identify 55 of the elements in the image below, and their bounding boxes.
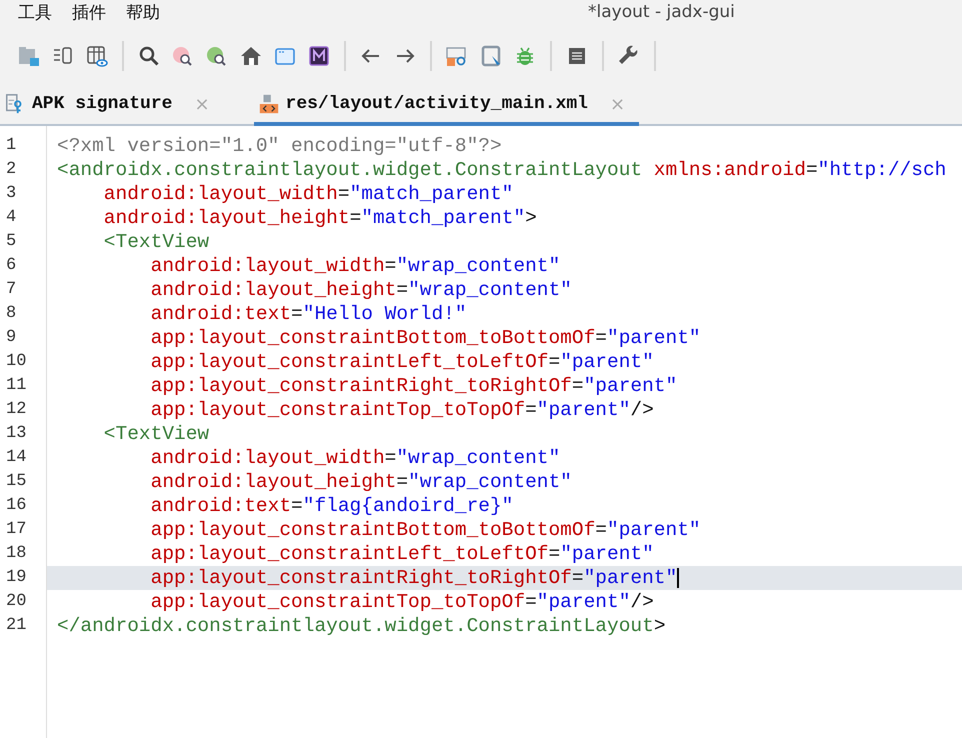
code-line: app:layout_constraintTop_toTopOf="parent"/> bbox=[150, 398, 655, 422]
line-number: 2 bbox=[5, 159, 18, 181]
m-letter-icon bbox=[307, 44, 331, 68]
line-number: 17 bbox=[5, 519, 28, 541]
file-tab[interactable]: APK signature × bbox=[0, 86, 224, 126]
window-title: *layout - jadx-gui bbox=[588, 1, 735, 24]
code-line: app:layout_constraintBottom_toBottomOf="parent" bbox=[150, 518, 702, 542]
line-number: 21 bbox=[5, 615, 28, 637]
code-line: android:layout_width="wrap_content" bbox=[150, 446, 562, 470]
menu-item[interactable]: 工具 bbox=[8, 1, 62, 25]
line-number: 1 bbox=[5, 135, 18, 157]
code-line: app:layout_constraintLeft_toLeftOf="parent" bbox=[150, 542, 655, 566]
line-number: 8 bbox=[5, 303, 18, 325]
code-line: app:layout_constraintTop_toTopOf="parent"/> bbox=[150, 590, 655, 614]
code-line: android:layout_height="wrap_content" bbox=[150, 470, 573, 494]
code-line: android:text="Hello World!" bbox=[150, 302, 468, 326]
table-eye-icon bbox=[85, 44, 109, 68]
line-number: 14 bbox=[5, 447, 28, 469]
code-line: app:layout_constraintBottom_toBottomOf="parent" bbox=[150, 326, 702, 350]
line-number: 11 bbox=[5, 375, 28, 397]
code-line: android:layout_width="match_parent" bbox=[102, 182, 514, 206]
line-number: 3 bbox=[5, 183, 18, 205]
code-line: app:layout_constraintLeft_toLeftOf="parent" bbox=[150, 350, 655, 374]
code-line: <TextView bbox=[102, 422, 210, 446]
line-number: 4 bbox=[5, 207, 18, 229]
text-cursor bbox=[677, 568, 680, 588]
line-number: 6 bbox=[5, 255, 18, 277]
code-line: </androidx.constraintlayout.widget.ConstraintLayout> bbox=[56, 614, 667, 638]
code-line: android:layout_height="wrap_content" bbox=[150, 278, 573, 302]
line-number: 9 bbox=[5, 327, 18, 349]
code-line: app:layout_constraintRight_toRightOf="parent" bbox=[150, 374, 678, 398]
code-line: android:layout_height="match_parent"> bbox=[102, 206, 538, 230]
folder-icon bbox=[17, 44, 41, 68]
code-editor[interactable] bbox=[0, 126, 962, 738]
line-number: 5 bbox=[5, 231, 18, 253]
menu-item[interactable]: 插件 bbox=[62, 1, 116, 25]
line-number: 19 bbox=[5, 567, 28, 589]
line-number: 10 bbox=[5, 351, 28, 373]
search-icon bbox=[137, 44, 161, 68]
code-line: <androidx.constraintlayout.widget.ConstraintLayout xmlns:android="http://sch bbox=[56, 158, 948, 182]
code-line: <TextView bbox=[102, 230, 210, 254]
code-line: android:layout_width="wrap_content" bbox=[150, 254, 562, 278]
code-line: android:text="flag{andoird_re}" bbox=[150, 494, 514, 518]
line-number: 12 bbox=[5, 399, 28, 421]
line-number: 7 bbox=[5, 279, 18, 301]
line-number: 16 bbox=[5, 495, 28, 517]
code-line: <?xml version="1.0" encoding="utf-8"?> bbox=[56, 134, 503, 158]
line-number: 15 bbox=[5, 471, 28, 493]
xml-file-icon bbox=[258, 92, 280, 116]
home-icon bbox=[239, 44, 263, 68]
line-number: 18 bbox=[5, 543, 28, 565]
line-number: 13 bbox=[5, 423, 28, 445]
line-number: 20 bbox=[5, 591, 28, 613]
document-cursor-icon bbox=[479, 44, 503, 68]
menu-item[interactable]: 帮助 bbox=[116, 1, 170, 25]
